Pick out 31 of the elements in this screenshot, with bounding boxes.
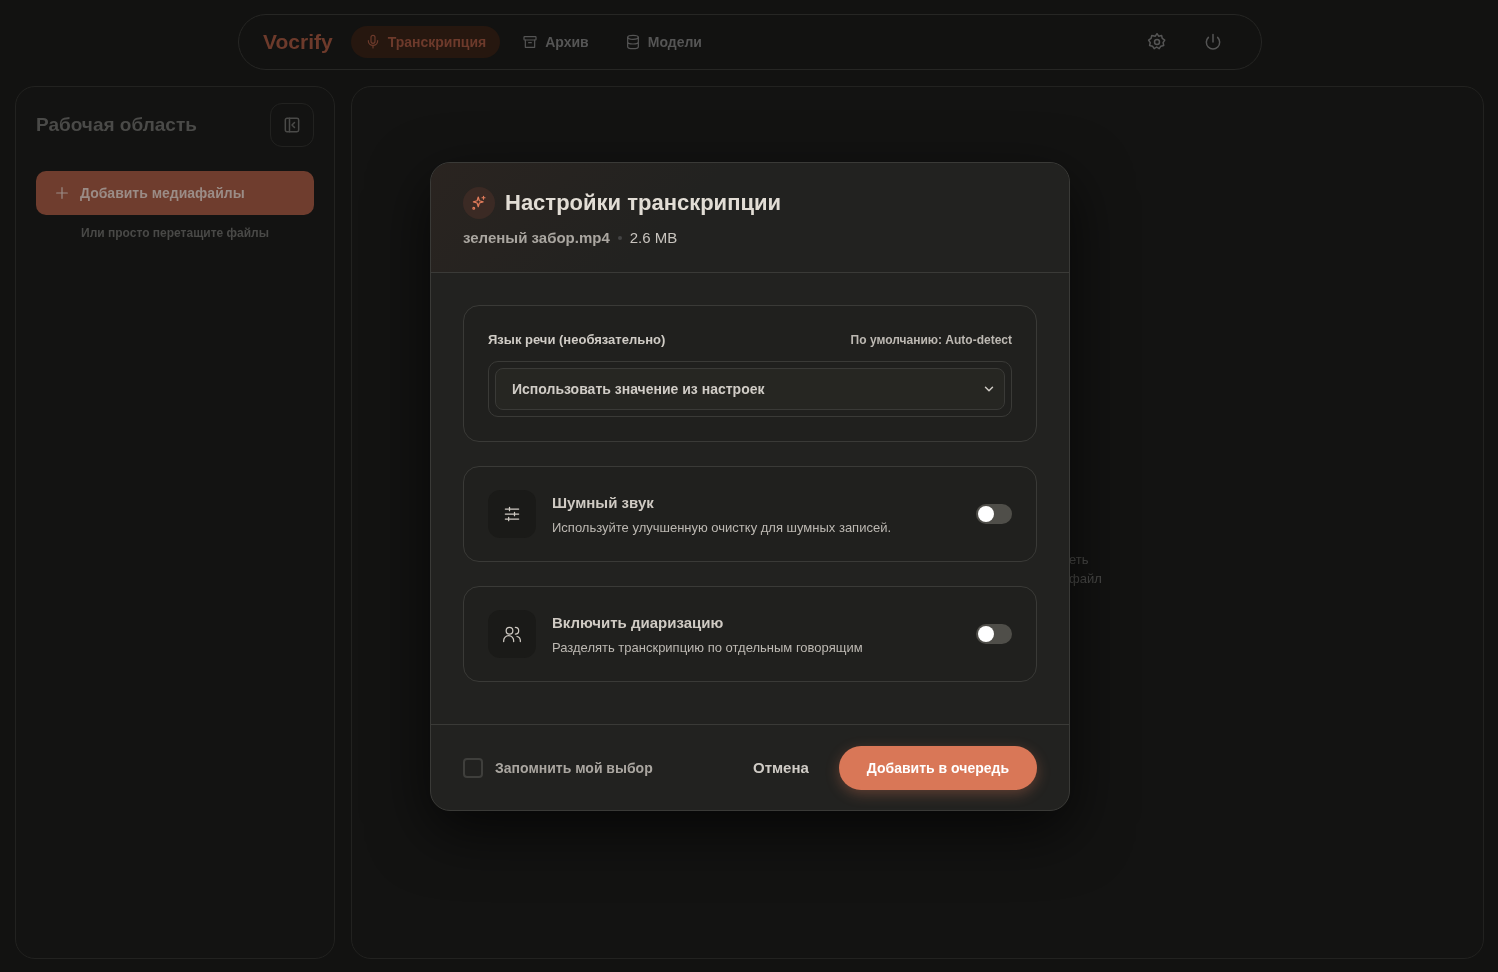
sidebar-collapse-icon [282, 115, 302, 135]
database-icon [624, 34, 641, 50]
nav-tab[interactable]: Транскрипция [350, 26, 501, 58]
plus-icon [54, 185, 70, 201]
option-title: Включить диаризацию [552, 613, 725, 631]
settings-icon[interactable] [1147, 32, 1167, 52]
add-to-queue-button[interactable]: Добавить в очередь [838, 745, 1037, 790]
file-size: 2.6 MB [629, 229, 678, 246]
remember-checkbox[interactable] [463, 757, 483, 778]
cancel-button[interactable]: Отмена [735, 751, 827, 784]
sparkle-icon [463, 187, 495, 219]
option-description: Используйте улучшенную очистку для шумных записей. [552, 519, 892, 535]
nav-tab[interactable]: Архив [508, 26, 603, 58]
language-label: Язык речи (необязательно) [488, 332, 666, 347]
option-title: Шумный звук [552, 493, 655, 511]
collapse-sidebar-button[interactable] [270, 103, 314, 147]
nav-tab[interactable]: Модели [610, 26, 716, 58]
add-media-button[interactable]: Добавить медиафайлы [36, 171, 314, 215]
toggle-switch[interactable] [976, 504, 1012, 524]
remember-label: Запомнить мой выбор [495, 759, 654, 776]
sliders-icon [488, 490, 536, 538]
file-name: зеленый забор.mp4 [463, 229, 610, 246]
app-logo: Vocrify [263, 30, 333, 54]
people-icon [488, 610, 536, 658]
dialog-title: Настройки транскрипции [505, 190, 781, 216]
option-description: Разделять транскрипцию по отдельным говорящим [552, 639, 864, 655]
default-language-note: По умолчанию: Auto-detect [850, 332, 1012, 347]
archive-box-icon [522, 34, 539, 50]
power-icon[interactable] [1203, 32, 1223, 52]
toggle-switch[interactable] [976, 624, 1012, 644]
language-dropdown[interactable]: Использовать значение из настроек [495, 368, 1005, 410]
